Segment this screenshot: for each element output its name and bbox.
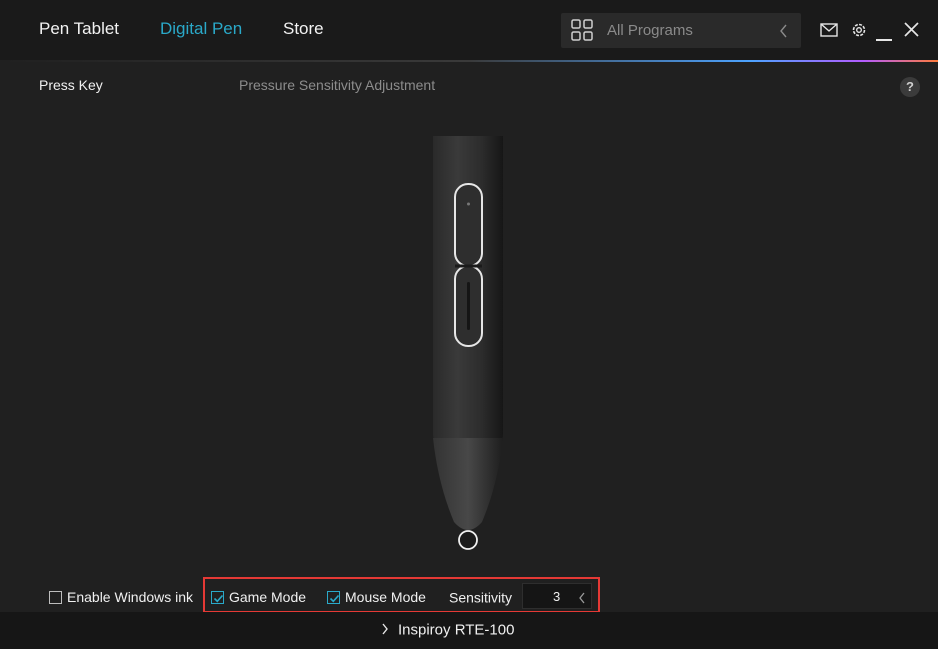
minimize-icon[interactable] xyxy=(876,29,892,47)
mouse-mode-checkbox[interactable] xyxy=(327,590,340,604)
tab-pen-tablet[interactable]: Pen Tablet xyxy=(39,19,119,39)
top-bar: Pen Tablet Digital Pen Store All Program… xyxy=(0,0,938,60)
mouse-mode-label: Mouse Mode xyxy=(345,589,426,606)
tab-digital-pen[interactable]: Digital Pen xyxy=(160,19,242,39)
sensitivity-text: Sensitivity xyxy=(449,589,513,606)
sensitivity-value: 3 xyxy=(553,589,561,604)
device-footer: Inspiroy RTE-100 xyxy=(0,612,938,649)
device-selector[interactable]: Inspiroy RTE-100 xyxy=(381,621,514,639)
sensitivity-label: Sensitivity xyxy=(449,588,512,608)
subtab-pressure-sensitivity[interactable]: Pressure Sensitivity Adjustment xyxy=(239,77,435,93)
mouse-mode-option[interactable]: Mouse Mode xyxy=(327,588,426,608)
chevron-left-icon xyxy=(779,24,789,43)
game-mode-checkbox[interactable] xyxy=(211,590,224,604)
sensitivity-select[interactable]: 3 xyxy=(522,583,592,609)
tab-store[interactable]: Store xyxy=(283,19,324,39)
game-mode-option[interactable]: Game Mode xyxy=(211,588,306,608)
grid-icon xyxy=(571,19,593,46)
subtab-press-key[interactable]: Press Key xyxy=(39,77,103,93)
chevron-left-icon xyxy=(578,591,586,609)
chevron-right-icon xyxy=(381,622,389,639)
help-icon[interactable]: ? xyxy=(900,77,920,97)
header-divider xyxy=(0,60,938,62)
digital-pen-illustration xyxy=(420,134,520,559)
device-name: Inspiroy RTE-100 xyxy=(398,621,515,639)
gear-icon[interactable] xyxy=(850,21,868,44)
enable-windows-ink-option[interactable]: Enable Windows ink xyxy=(49,588,193,608)
enable-windows-ink-checkbox[interactable] xyxy=(49,590,62,604)
enable-windows-ink-label: Enable Windows ink xyxy=(67,589,194,606)
program-selector[interactable]: All Programs xyxy=(561,13,801,48)
mail-icon[interactable] xyxy=(820,23,838,42)
program-selector-label: All Programs xyxy=(607,22,693,39)
game-mode-label: Game Mode xyxy=(229,589,307,606)
close-icon[interactable] xyxy=(904,22,919,42)
